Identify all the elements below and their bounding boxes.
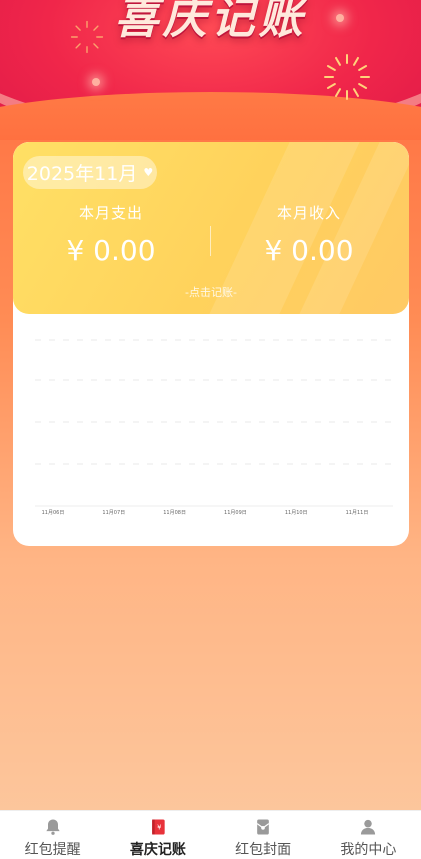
page-title: 喜庆记账 — [114, 0, 307, 44]
hero-banner: 喜庆记账 — [0, 0, 421, 140]
tab-label: 我的中心 — [340, 842, 397, 858]
income-label: 本月收入 — [276, 204, 341, 222]
chart-x-tick-label: 11月06日 — [42, 510, 65, 516]
svg-text:¥: ¥ — [157, 824, 161, 832]
add-record-link[interactable]: -点击记账- — [13, 284, 409, 300]
tab-red-packet-reminder[interactable]: 红包提醒 — [0, 811, 105, 859]
red-envelope-icon — [256, 819, 270, 835]
chart-x-tick-label: 11月07日 — [102, 510, 125, 516]
tab-festive-ledger[interactable]: ¥ 喜庆记账 — [105, 811, 210, 859]
user-icon — [361, 819, 376, 835]
firework-icon — [70, 20, 104, 54]
firework-icon — [324, 54, 370, 100]
daily-chart: 11月06日 11月07日 11月08日 11月09日 11月10日 11月11日 — [13, 314, 409, 546]
income-value: ¥ 0.00 — [264, 234, 354, 267]
chart-x-tick-label: 11月09日 — [224, 510, 247, 516]
stat-divider — [210, 226, 211, 256]
chart-x-tick-label: 11月10日 — [285, 510, 308, 516]
tab-label: 喜庆记账 — [129, 842, 186, 858]
sparkle-icon — [336, 14, 344, 22]
bottom-tab-bar: 红包提醒 ¥ 喜庆记账 红包封面 我的中心 — [0, 810, 421, 859]
expense-label: 本月支出 — [78, 204, 143, 222]
tab-label: 红包提醒 — [24, 842, 81, 858]
tab-label: 红包封面 — [235, 842, 292, 858]
tab-red-packet-cover[interactable]: 红包封面 — [211, 811, 316, 859]
ledger-book-icon: ¥ — [152, 819, 165, 835]
chart-x-tick-label: 11月08日 — [163, 510, 186, 516]
month-selector-label: 2025年11月 — [26, 163, 138, 185]
month-selector[interactable]: 2025年11月 ♥ — [23, 156, 157, 189]
daily-chart-svg: 11月06日 11月07日 11月08日 11月09日 11月10日 11月11日 — [35, 339, 393, 516]
expense-value: ¥ 0.00 — [66, 234, 156, 267]
tab-my-center[interactable]: 我的中心 — [316, 811, 421, 859]
sparkle-icon — [92, 78, 100, 86]
bell-icon — [45, 819, 60, 835]
summary-card: 2025年11月 ♥ 本月支出 ¥ 0.00 本月收入 ¥ 0.00 -点击记账… — [13, 142, 409, 546]
caret-down-icon: ♥ — [143, 166, 154, 179]
chart-x-tick-label: 11月11日 — [346, 510, 369, 516]
summary-card-header: 2025年11月 ♥ 本月支出 ¥ 0.00 本月收入 ¥ 0.00 -点击记账… — [13, 142, 409, 314]
